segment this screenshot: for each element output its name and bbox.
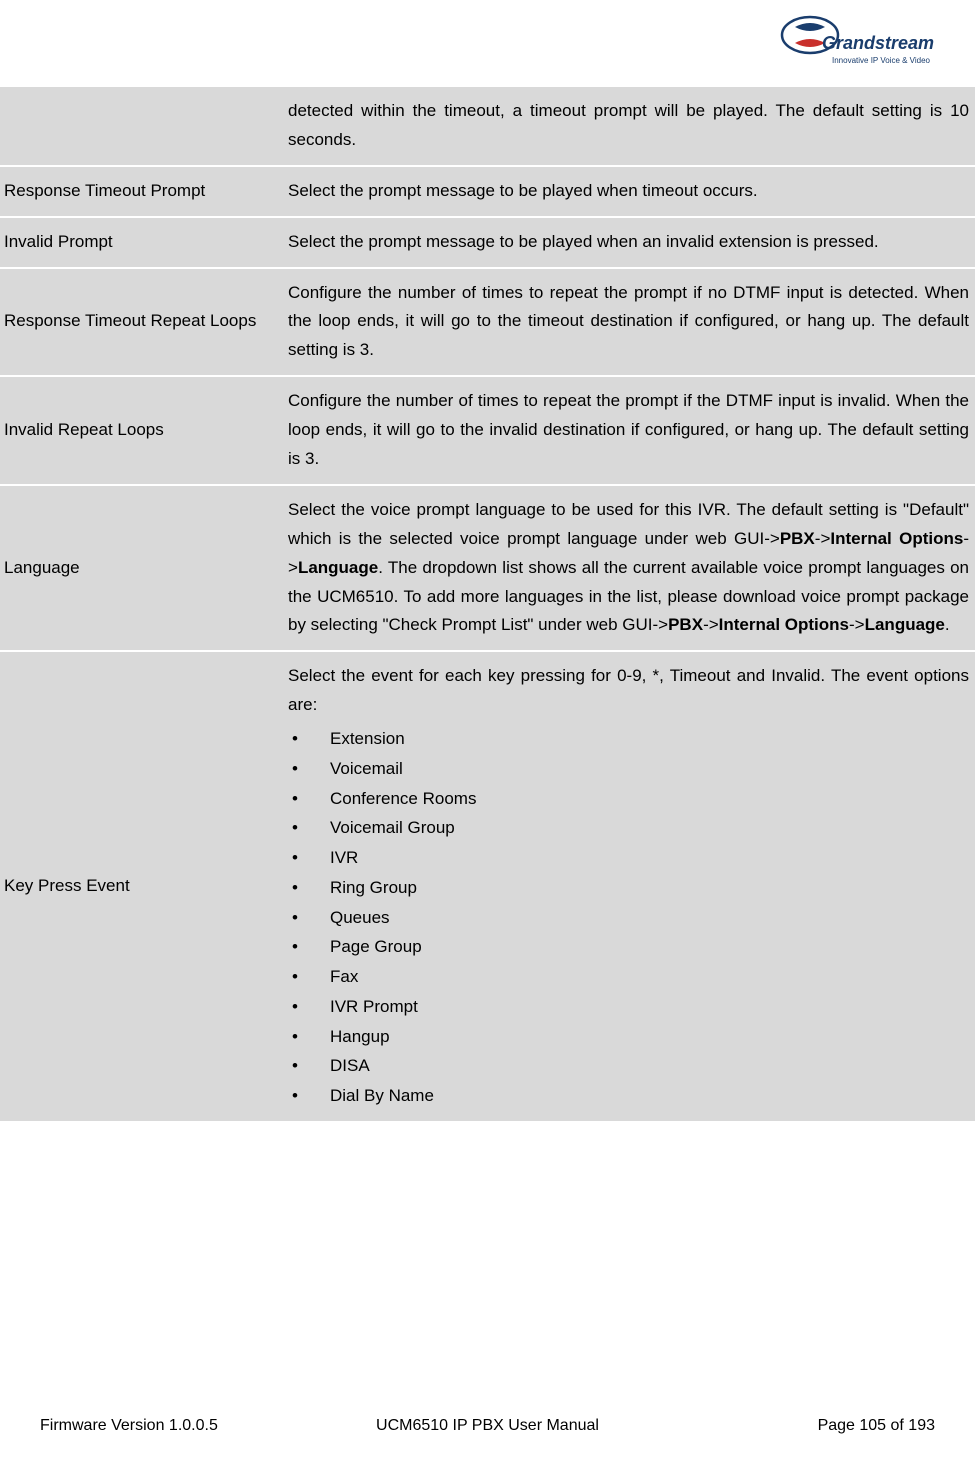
- bullet-icon: •: [292, 813, 330, 843]
- row-description: Select the prompt message to be played w…: [280, 218, 975, 267]
- list-item: •Voicemail: [292, 754, 969, 784]
- page-footer: Firmware Version 1.0.0.5 UCM6510 IP PBX …: [0, 1417, 975, 1435]
- row-label: Response Timeout Prompt: [0, 167, 280, 216]
- svg-text:Grandstream: Grandstream: [822, 33, 934, 53]
- settings-table: detected within the timeout, a timeout p…: [0, 85, 975, 1123]
- row-description: Select the event for each key pressing f…: [280, 652, 975, 1121]
- event-options-list: •Extension •Voicemail •Conference Rooms …: [288, 724, 969, 1111]
- bullet-icon: •: [292, 784, 330, 814]
- list-item: •Ring Group: [292, 873, 969, 903]
- list-item: •Fax: [292, 962, 969, 992]
- grandstream-logo-icon: Grandstream Innovative IP Voice & Video: [780, 15, 940, 70]
- bullet-icon: •: [292, 992, 330, 1022]
- row-label: Language: [0, 486, 280, 650]
- bullet-icon: •: [292, 903, 330, 933]
- list-item: •Hangup: [292, 1022, 969, 1052]
- row-label: Response Timeout Repeat Loops: [0, 269, 280, 376]
- table-row: Response Timeout Repeat Loops Configure …: [0, 269, 975, 376]
- row-description: Configure the number of times to repeat …: [280, 377, 975, 484]
- footer-firmware-version: Firmware Version 1.0.0.5: [40, 1417, 218, 1435]
- bullet-icon: •: [292, 962, 330, 992]
- table-row: Key Press Event Select the event for eac…: [0, 652, 975, 1121]
- svg-text:Innovative IP Voice & Video: Innovative IP Voice & Video: [832, 56, 931, 65]
- list-item: •IVR: [292, 843, 969, 873]
- bullet-icon: •: [292, 932, 330, 962]
- table-row: Invalid Repeat Loops Configure the numbe…: [0, 377, 975, 484]
- footer-document-title: UCM6510 IP PBX User Manual: [376, 1417, 599, 1435]
- table-row: Language Select the voice prompt languag…: [0, 486, 975, 650]
- list-item: •Extension: [292, 724, 969, 754]
- table-row: Invalid Prompt Select the prompt message…: [0, 218, 975, 267]
- row-description: detected within the timeout, a timeout p…: [280, 87, 975, 165]
- bullet-icon: •: [292, 1051, 330, 1081]
- row-label: Invalid Prompt: [0, 218, 280, 267]
- list-item: •Conference Rooms: [292, 784, 969, 814]
- row-description: Configure the number of times to repeat …: [280, 269, 975, 376]
- footer-page-number: Page 105 of 193: [818, 1417, 935, 1435]
- bullet-icon: •: [292, 873, 330, 903]
- list-item: •Voicemail Group: [292, 813, 969, 843]
- list-item: •IVR Prompt: [292, 992, 969, 1022]
- list-item: •Queues: [292, 903, 969, 933]
- bullet-icon: •: [292, 843, 330, 873]
- content-area: detected within the timeout, a timeout p…: [0, 0, 975, 1123]
- header-logo: Grandstream Innovative IP Voice & Video: [780, 15, 940, 70]
- table-row: detected within the timeout, a timeout p…: [0, 87, 975, 165]
- bullet-icon: •: [292, 1022, 330, 1052]
- row-label: Invalid Repeat Loops: [0, 377, 280, 484]
- bullet-icon: •: [292, 1081, 330, 1111]
- row-label: Key Press Event: [0, 652, 280, 1121]
- list-item: •DISA: [292, 1051, 969, 1081]
- row-description: Select the voice prompt language to be u…: [280, 486, 975, 650]
- row-description: Select the prompt message to be played w…: [280, 167, 975, 216]
- list-item: •Dial By Name: [292, 1081, 969, 1111]
- list-item: •Page Group: [292, 932, 969, 962]
- row-label: [0, 87, 280, 165]
- bullet-icon: •: [292, 754, 330, 784]
- table-row: Response Timeout Prompt Select the promp…: [0, 167, 975, 216]
- bullet-icon: •: [292, 724, 330, 754]
